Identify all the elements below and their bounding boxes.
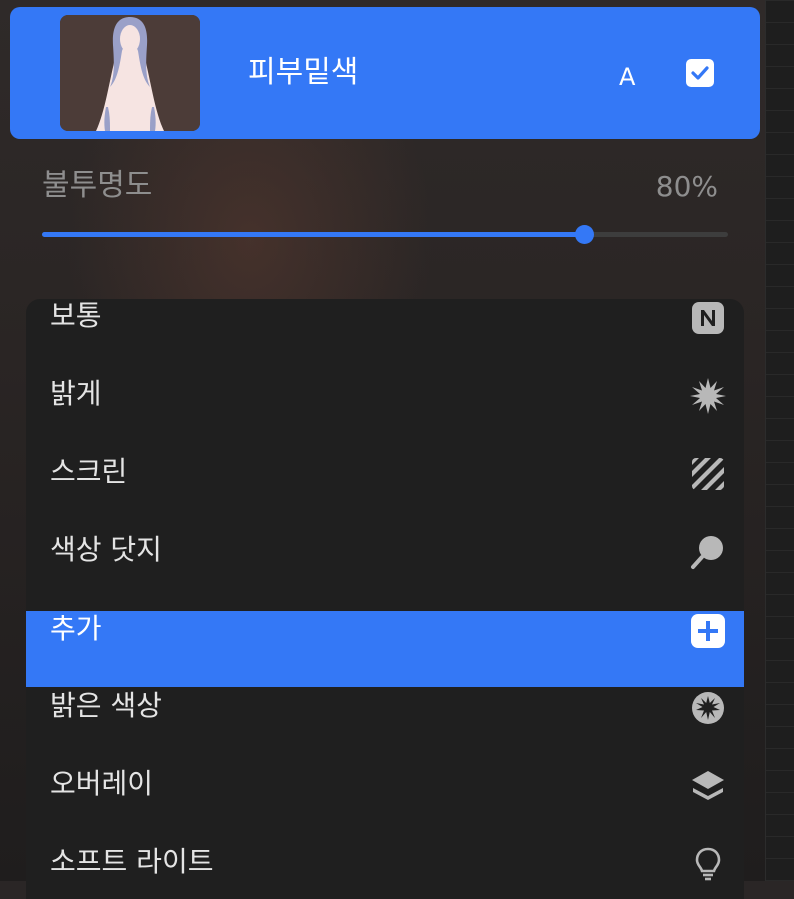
opacity-label: 불투명도 bbox=[42, 168, 153, 203]
blend-mode-color-dodge[interactable]: 색상 닷지 bbox=[26, 532, 744, 609]
blend-mode-label: 밝은 색상 bbox=[50, 689, 162, 722]
blend-mode-screen[interactable]: 스크린 bbox=[26, 454, 744, 531]
soft-light-bulb-icon bbox=[695, 847, 721, 881]
opacity-value: 80% bbox=[655, 170, 718, 203]
canvas-grid-edge bbox=[765, 0, 794, 881]
checkmark-icon bbox=[691, 66, 709, 80]
blend-mode-normal[interactable]: 보통 bbox=[26, 299, 744, 375]
blend-mode-overlay[interactable]: 오버레이 bbox=[26, 766, 744, 843]
add-plus-icon bbox=[691, 614, 725, 648]
lighter-color-icon bbox=[692, 692, 724, 724]
blend-mode-label: 추가 bbox=[50, 612, 102, 645]
opacity-slider-handle[interactable] bbox=[574, 225, 594, 244]
layer-thumbnail[interactable] bbox=[60, 15, 200, 131]
blend-mode-label: 색상 닷지 bbox=[50, 533, 162, 566]
lighten-starburst-icon bbox=[690, 378, 726, 414]
blend-mode-label: 소프트 라이트 bbox=[50, 845, 214, 878]
screen-stripes-icon bbox=[692, 458, 724, 490]
blend-mode-lighten[interactable]: 밝게 bbox=[26, 376, 744, 453]
blend-mode-label: 오버레이 bbox=[50, 767, 154, 800]
normal-n-icon bbox=[692, 302, 724, 334]
blend-mode-label: 스크린 bbox=[50, 455, 128, 488]
layer-visibility-checkbox[interactable] bbox=[686, 59, 714, 87]
blend-mode-label: 밝게 bbox=[50, 377, 102, 410]
blend-mode-add[interactable]: 추가 bbox=[26, 611, 744, 687]
blend-mode-label: 보통 bbox=[50, 299, 102, 332]
blend-mode-list: 보통 밝게 스크린 색상 닷지 추가 밝은 색상 오버레이 소프트 라이트 bbox=[26, 299, 744, 899]
layer-name: 피부밑색 bbox=[248, 55, 359, 90]
blend-mode-soft-light[interactable]: 소프트 라이트 bbox=[26, 844, 744, 899]
blend-mode-lighter-color[interactable]: 밝은 색상 bbox=[26, 688, 744, 765]
layer-row[interactable]: 피부밑색 A bbox=[10, 7, 760, 139]
opacity-slider-fill bbox=[42, 232, 584, 237]
blend-mode-button[interactable]: A bbox=[619, 63, 635, 91]
opacity-slider[interactable] bbox=[42, 225, 728, 244]
color-dodge-magnifier-icon bbox=[691, 536, 723, 569]
overlay-layers-icon bbox=[692, 771, 724, 800]
